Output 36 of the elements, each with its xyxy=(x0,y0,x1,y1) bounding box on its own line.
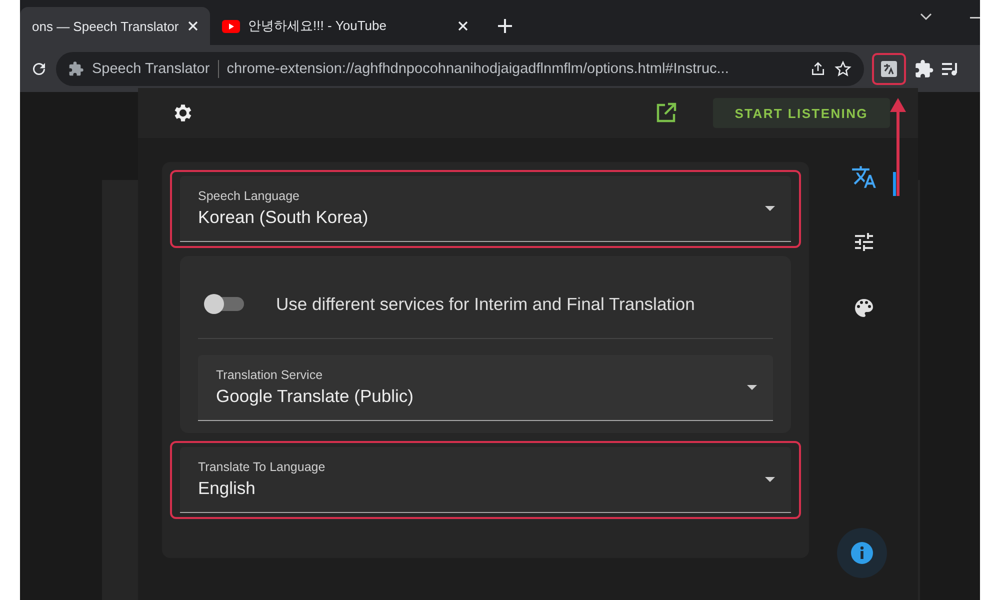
browser-tab[interactable]: ons — Speech Translator xyxy=(20,7,210,45)
field-value: Google Translate (Public) xyxy=(216,386,414,407)
close-tab-icon[interactable] xyxy=(188,21,198,31)
star-icon[interactable] xyxy=(834,60,852,78)
dropdown-caret-icon xyxy=(765,476,776,482)
share-icon[interactable] xyxy=(810,60,826,76)
browser-tab[interactable]: 안녕하세요!!! - YouTube xyxy=(210,7,480,45)
dropdown-field[interactable]: Speech Language Korean (South Korea) xyxy=(180,176,792,242)
translate-icon[interactable] xyxy=(850,164,877,190)
address-bar[interactable]: Speech Translator chrome-extension://aghfhdnpocohnanihodjaigadflnmflm/options.html#Instruc... xyxy=(56,52,864,86)
field-label: Translate To Language xyxy=(198,460,326,474)
media-list-icon[interactable] xyxy=(942,60,960,76)
puzzle-icon xyxy=(68,60,84,76)
translate-app-icon xyxy=(880,60,898,78)
toggle-label: Use different services for Interim and Final Translation xyxy=(276,294,695,314)
field-label: Translation Service xyxy=(216,368,324,382)
dropdown-field[interactable]: Translation Service Google Translate (Public) xyxy=(198,355,774,421)
field-value: Korean (South Korea) xyxy=(198,207,370,228)
puzzle-icon[interactable] xyxy=(914,58,934,78)
dropdown-field[interactable]: Translate To Language English xyxy=(180,447,792,513)
video-play-icon xyxy=(222,20,240,32)
field-label: Speech Language xyxy=(198,189,300,203)
close-tab-icon[interactable] xyxy=(458,21,468,31)
url-text: chrome-extension://aghfhdnpocohnanihodjaigadflnmflm/options.html#Instruc... xyxy=(226,60,730,76)
dropdown-caret-icon xyxy=(765,206,776,212)
minimize-icon[interactable] xyxy=(970,17,980,19)
start-listening-button[interactable]: START LISTENING xyxy=(712,98,890,128)
chevron-down-icon[interactable] xyxy=(920,13,932,21)
dropdown-caret-icon xyxy=(747,384,758,390)
extension-button[interactable] xyxy=(872,52,906,84)
field-value: English xyxy=(198,478,256,499)
site-label: Speech Translator xyxy=(92,60,210,76)
selection-indicator xyxy=(892,172,896,196)
open-external-icon[interactable] xyxy=(654,102,677,124)
new-tab-icon[interactable] xyxy=(498,19,512,33)
info-icon xyxy=(850,541,874,565)
